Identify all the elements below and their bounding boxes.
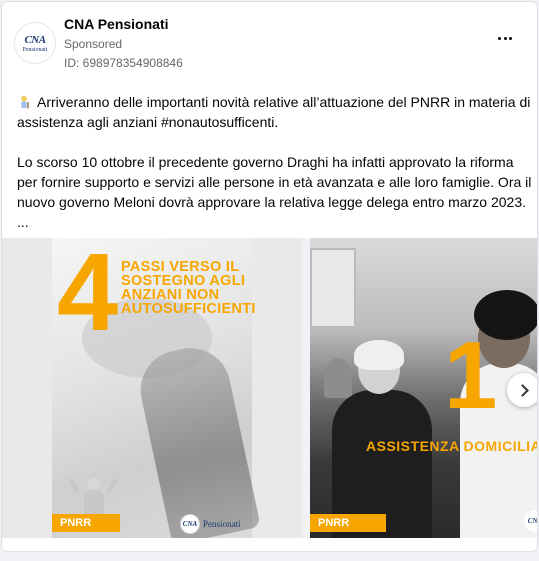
body-paragraph-1: Arriveranno delle importanti novità rela… xyxy=(17,92,532,132)
avatar-logo-word: Pensionati xyxy=(22,46,48,53)
slide-1-big-number: 4 xyxy=(57,238,119,354)
ellipsis-icon xyxy=(498,36,502,40)
slide-1-person-figure xyxy=(68,476,120,516)
avatar[interactable]: CNA Pensionati xyxy=(14,22,56,64)
carousel-slide-2[interactable]: 1 Assistenza domicilia PNRR CNA xyxy=(310,238,538,538)
post-header: CNA Pensionati CNA Pensionati Sponsored … xyxy=(2,2,537,82)
slide-1-headline: Passi verso il sostegno agli anziani non… xyxy=(121,259,256,317)
page-name-link[interactable]: CNA Pensionati xyxy=(64,16,169,32)
slide-1-logo-mark: CNA xyxy=(180,514,200,534)
image-carousel[interactable]: 4 Passi verso il sostegno agli anziani n… xyxy=(2,238,538,538)
more-options-button[interactable] xyxy=(493,30,517,46)
avatar-logo-mark: CNA xyxy=(24,33,46,46)
slide-1-logo: CNA Pensionati xyxy=(180,514,241,534)
slide-2-plant-image xyxy=(324,358,352,398)
older-person-icon xyxy=(21,95,29,109)
slide-2-tag: PNRR xyxy=(310,514,386,532)
carousel-next-button[interactable] xyxy=(507,373,537,407)
slide-2-headline: Assistenza domicilia xyxy=(366,438,538,454)
slide-1-logo-word: Pensionati xyxy=(203,519,241,529)
see-more-ellipsis[interactable]: ... xyxy=(17,212,532,232)
sponsored-label: Sponsored xyxy=(64,37,123,51)
slide-2-window-image xyxy=(310,248,356,328)
post-body: Arriveranno delle importanti novità rela… xyxy=(17,92,532,232)
ad-card: CNA Pensionati CNA Pensionati Sponsored … xyxy=(1,1,538,552)
body-paragraph-2: Lo scorso 10 ottobre il precedente gover… xyxy=(17,154,532,210)
slide-1-tag: PNRR xyxy=(52,514,120,532)
carousel-slide-1[interactable]: 4 Passi verso il sostegno agli anziani n… xyxy=(2,238,302,538)
slide-2-big-number: 1 xyxy=(444,322,498,429)
ad-id: ID: 698978354908846 xyxy=(64,56,183,70)
body-paragraph-1-text: Arriveranno delle importanti novità rela… xyxy=(17,94,531,130)
chevron-right-icon xyxy=(516,383,529,397)
